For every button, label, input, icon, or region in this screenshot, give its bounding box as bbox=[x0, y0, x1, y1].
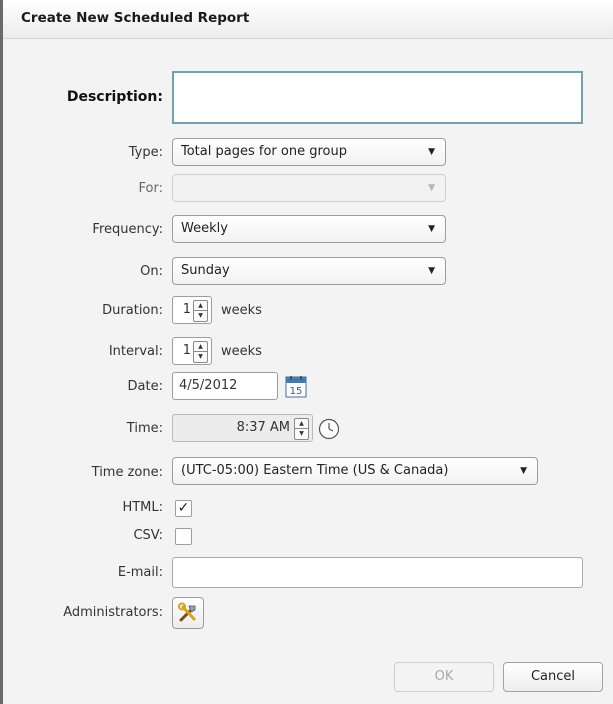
spin-up-icon[interactable]: ▲ bbox=[194, 301, 207, 311]
duration-unit: weeks bbox=[221, 303, 262, 318]
frequency-select-value: Weekly bbox=[181, 221, 228, 236]
duration-label: Duration: bbox=[102, 303, 163, 318]
duration-value: 1 bbox=[182, 302, 191, 317]
time-zone-select[interactable]: (UTC-05:00) Eastern Time (US & Canada) ▼ bbox=[172, 457, 538, 485]
check-icon: ✓ bbox=[177, 500, 190, 516]
interval-stepper[interactable]: 1 ▲ ▼ bbox=[172, 337, 212, 365]
clock-icon[interactable] bbox=[318, 418, 340, 440]
time-value: 8:37 AM bbox=[236, 420, 290, 435]
description-field[interactable] bbox=[172, 71, 583, 124]
time-stepper[interactable]: 8:37 AM ▲ ▼ bbox=[172, 414, 313, 442]
time-zone-select-value: (UTC-05:00) Eastern Time (US & Canada) bbox=[181, 463, 449, 478]
spin-down-icon[interactable]: ▼ bbox=[194, 352, 207, 362]
window-edge bbox=[0, 0, 3, 704]
time-zone-label: Time zone: bbox=[91, 465, 163, 480]
chevron-down-icon: ▼ bbox=[520, 466, 527, 476]
duration-spin-buttons[interactable]: ▲ ▼ bbox=[193, 300, 208, 322]
html-label: HTML: bbox=[122, 500, 163, 515]
csv-label: CSV: bbox=[133, 528, 163, 543]
for-select[interactable]: ▼ bbox=[172, 174, 446, 202]
chevron-down-icon: ▼ bbox=[428, 147, 435, 157]
frequency-label: Frequency: bbox=[92, 222, 163, 237]
date-field[interactable]: 4/5/2012 bbox=[172, 372, 278, 400]
administrators-button[interactable] bbox=[172, 597, 204, 629]
chevron-down-icon: ▼ bbox=[428, 224, 435, 234]
on-select[interactable]: Sunday ▼ bbox=[172, 257, 446, 285]
type-select[interactable]: Total pages for one group ▼ bbox=[172, 138, 446, 166]
interval-spin-buttons[interactable]: ▲ ▼ bbox=[193, 341, 208, 363]
spin-down-icon[interactable]: ▼ bbox=[194, 311, 207, 321]
spin-up-icon[interactable]: ▲ bbox=[194, 342, 207, 352]
description-label: Description: bbox=[66, 89, 163, 105]
on-label: On: bbox=[140, 264, 163, 279]
date-label: Date: bbox=[127, 379, 163, 394]
type-select-value: Total pages for one group bbox=[181, 144, 347, 159]
spin-up-icon[interactable]: ▲ bbox=[295, 419, 308, 429]
cancel-button[interactable]: Cancel bbox=[503, 662, 603, 692]
interval-label: Interval: bbox=[108, 344, 163, 359]
email-label: E-mail: bbox=[117, 565, 163, 580]
spin-down-icon[interactable]: ▼ bbox=[295, 429, 308, 439]
type-label: Type: bbox=[128, 145, 163, 160]
administrators-label: Administrators: bbox=[63, 605, 163, 620]
interval-unit: weeks bbox=[221, 344, 262, 359]
date-value: 4/5/2012 bbox=[179, 378, 238, 393]
email-field[interactable] bbox=[172, 557, 583, 588]
csv-checkbox[interactable] bbox=[175, 528, 192, 545]
duration-stepper[interactable]: 1 ▲ ▼ bbox=[172, 296, 212, 324]
calendar-day: 15 bbox=[290, 386, 303, 397]
for-label: For: bbox=[138, 181, 163, 196]
frequency-select[interactable]: Weekly ▼ bbox=[172, 215, 446, 243]
time-label: Time: bbox=[126, 421, 163, 436]
interval-value: 1 bbox=[182, 343, 191, 358]
ok-button[interactable]: OK bbox=[394, 662, 494, 692]
chevron-down-icon: ▼ bbox=[428, 266, 435, 276]
html-checkbox[interactable]: ✓ bbox=[175, 500, 192, 517]
on-select-value: Sunday bbox=[181, 263, 230, 278]
time-spin-buttons[interactable]: ▲ ▼ bbox=[294, 418, 309, 440]
calendar-icon[interactable]: 15 bbox=[285, 376, 307, 398]
dialog-title: Create New Scheduled Report bbox=[21, 10, 250, 26]
tools-icon bbox=[178, 602, 196, 622]
chevron-down-icon: ▼ bbox=[428, 183, 435, 193]
dialog-titlebar: Create New Scheduled Report bbox=[3, 0, 613, 39]
